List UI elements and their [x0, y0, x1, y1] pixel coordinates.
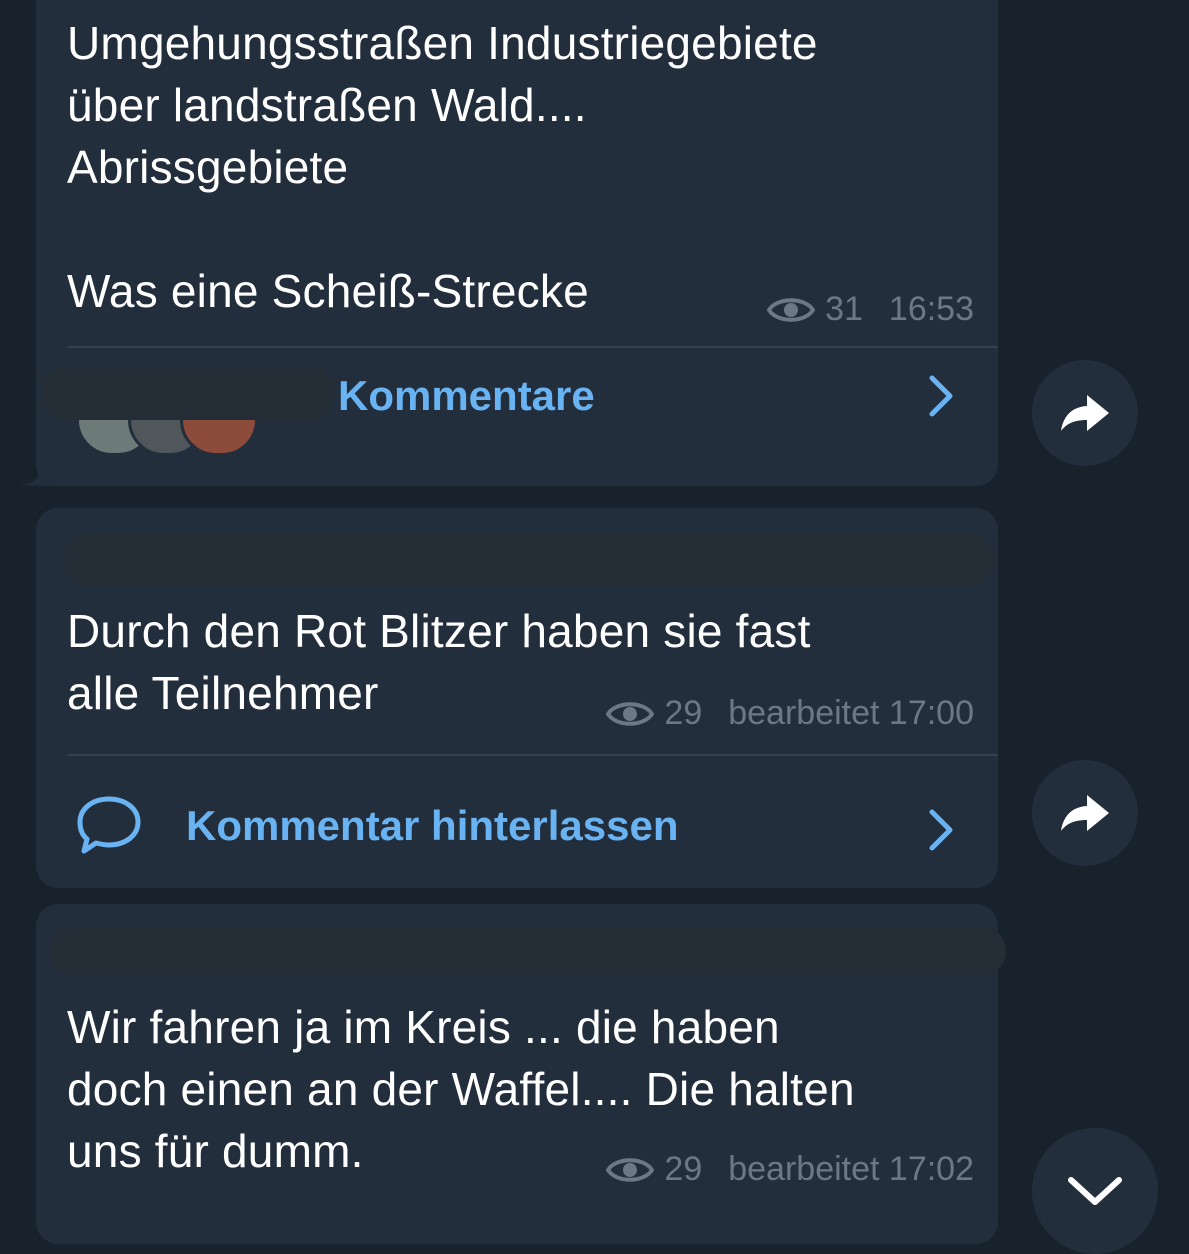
message-meta: 31 16:53 [767, 290, 974, 329]
divider [68, 754, 998, 756]
message-meta: 29 bearbeitet 17:02 [606, 1150, 974, 1189]
eye-icon [767, 297, 816, 322]
message-meta: 29 bearbeitet 17:00 [606, 694, 974, 733]
message-bubble: Durch den Rot Blitzer haben sie fast all… [36, 508, 998, 888]
chevron-right-icon [929, 809, 953, 851]
chevron-right-icon [929, 375, 953, 417]
redacted-area [50, 926, 1006, 976]
view-count: 31 [825, 290, 863, 328]
speech-bubble-icon [77, 796, 141, 854]
message-time: 16:53 [888, 290, 974, 328]
message-bubble: Wir fahren ja im Kreis ... die haben doc… [36, 904, 1006, 1244]
divider [68, 346, 998, 348]
leave-comment-button[interactable]: Kommentar hinterlassen [36, 760, 998, 880]
view-count: 29 [664, 1150, 703, 1188]
redacted-area [42, 368, 334, 420]
message-bubble: Umgehungsstraßen Industriegebiete über l… [36, 0, 998, 486]
view-count: 29 [664, 694, 703, 732]
forward-arrow-icon [1061, 395, 1109, 431]
message-text: Umgehungsstraßen Industriegebiete über l… [67, 17, 818, 317]
eye-icon [606, 1157, 655, 1182]
forward-button[interactable] [1032, 360, 1138, 466]
message-time: bearbeitet 17:02 [728, 1150, 974, 1188]
forward-arrow-icon [1061, 795, 1109, 831]
chevron-down-icon [1068, 1177, 1122, 1205]
leave-comment-label: Kommentar hinterlassen [186, 802, 679, 849]
redacted-area [62, 534, 996, 586]
eye-icon [606, 701, 655, 726]
comments-label: Kommentare [338, 372, 595, 419]
forward-button[interactable] [1032, 760, 1138, 866]
scroll-down-button[interactable] [1032, 1128, 1158, 1254]
bubble-tail [18, 430, 58, 486]
message-time: bearbeitet 17:00 [728, 694, 974, 732]
comments-button[interactable]: Kommentare [36, 356, 998, 476]
